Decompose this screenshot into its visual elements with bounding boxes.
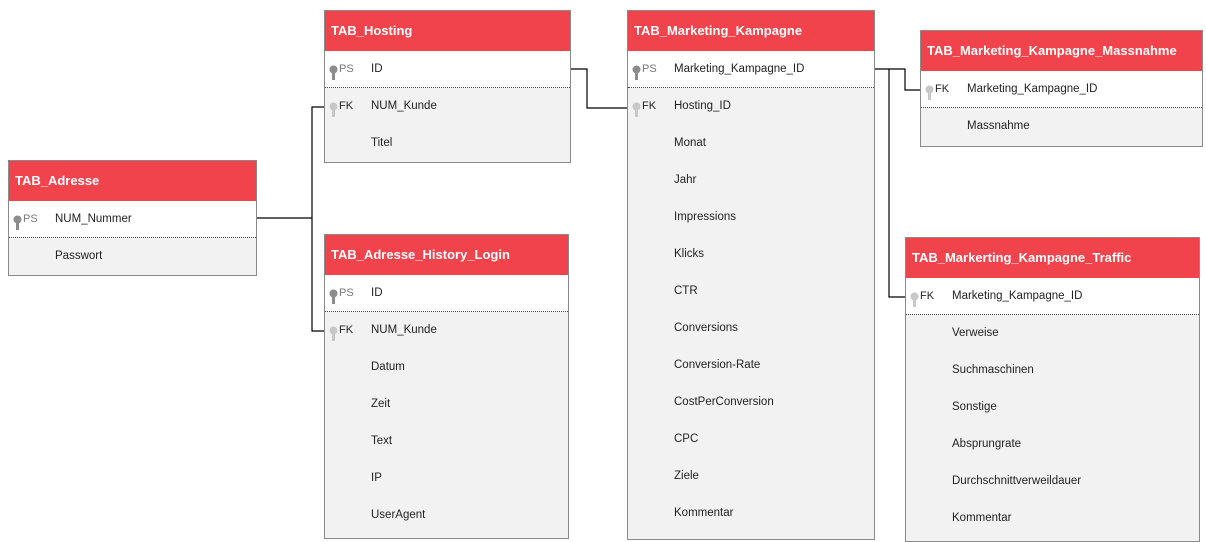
primary-key-icon: PS: [13, 201, 53, 238]
table-row: Kommentar: [906, 500, 1199, 537]
field-name: Massnahme: [967, 120, 1030, 132]
table-row: Titel: [325, 125, 570, 162]
field-name: ID: [371, 287, 383, 299]
table-title: TAB_Marketing_Kampagne_Massnahme: [921, 31, 1202, 71]
table-row: FK Hosting_ID: [628, 88, 874, 125]
table-title: TAB_Marketing_Kampagne: [628, 11, 874, 51]
table-row: FK Marketing_Kampagne_ID: [906, 278, 1199, 315]
field-name: Hosting_ID: [674, 100, 731, 112]
table-row: PS ID: [325, 275, 568, 312]
table-row: PS NUM_Nummer: [9, 201, 256, 238]
table-row: Passwort: [9, 238, 256, 275]
foreign-key-icon: FK: [925, 71, 965, 108]
table-row: PS Marketing_Kampagne_ID: [628, 51, 874, 88]
field-name: Impressions: [674, 211, 736, 223]
relation-hosting-kampagne: [570, 68, 629, 109]
table-row: Klicks: [628, 236, 874, 273]
table-row: FK NUM_Kunde: [325, 88, 570, 125]
table-row: Absprungrate: [906, 426, 1199, 463]
field-name: UserAgent: [371, 509, 426, 521]
table-row: Verweise: [906, 315, 1199, 352]
field-name: Durchschnittverweildauer: [952, 475, 1082, 487]
field-name: Absprungrate: [952, 438, 1022, 450]
table-row: Ziele: [628, 458, 874, 495]
field-name: NUM_Kunde: [371, 100, 437, 112]
table-row: IP: [325, 460, 568, 497]
field-name: Marketing_Kampagne_ID: [952, 290, 1083, 302]
table-title: TAB_Markerting_Kampagne_Traffic: [906, 238, 1199, 278]
field-name: ID: [371, 63, 383, 75]
primary-key-icon: PS: [329, 275, 369, 312]
field-name: Marketing_Kampagne_ID: [674, 63, 805, 75]
table-row: FK Marketing_Kampagne_ID: [921, 71, 1202, 108]
field-name: CTR: [674, 285, 698, 297]
table-tab-adresse-history-login[interactable]: TAB_Adresse_History_Login PS ID FK NUM_K…: [324, 234, 569, 539]
table-tab-marketing-kampagne[interactable]: TAB_Marketing_Kampagne PS Marketing_Kamp…: [627, 10, 875, 540]
table-tab-adresse[interactable]: TAB_Adresse PS NUM_Nummer Passwort: [8, 160, 257, 276]
table-row: Monat: [628, 125, 874, 162]
field-name: Datum: [371, 361, 405, 373]
table-row: Massnahme: [921, 108, 1202, 145]
field-name: Sonstige: [952, 401, 997, 413]
field-name: Kommentar: [674, 507, 734, 519]
field-name: Monat: [674, 137, 706, 149]
table-row: CTR: [628, 273, 874, 310]
field-name: IP: [371, 472, 382, 484]
table-row: Sonstige: [906, 389, 1199, 426]
table-title: TAB_Adresse: [9, 161, 256, 201]
table-row: FK NUM_Kunde: [325, 312, 568, 349]
field-name: Passwort: [55, 250, 103, 262]
foreign-key-icon: FK: [329, 88, 369, 125]
field-name: Kommentar: [952, 512, 1012, 524]
field-name: Zeit: [371, 398, 391, 410]
table-row: Text: [325, 423, 568, 460]
table-row: UserAgent: [325, 497, 568, 534]
relation-adresse-hosting: [256, 106, 326, 219]
table-row: Kommentar: [628, 495, 874, 532]
foreign-key-icon: FK: [632, 88, 672, 125]
foreign-key-icon: FK: [910, 278, 950, 315]
table-row: CostPerConversion: [628, 384, 874, 421]
field-name: NUM_Nummer: [55, 213, 132, 225]
field-name: Klicks: [674, 248, 705, 260]
primary-key-icon: PS: [632, 51, 672, 88]
table-tab-marketing-kampagne-massnahme[interactable]: TAB_Marketing_Kampagne_Massnahme FK Mark…: [920, 30, 1203, 147]
field-name: Conversions: [674, 322, 738, 334]
table-row: Jahr: [628, 162, 874, 199]
table-title: TAB_Hosting: [325, 11, 570, 51]
table-row: PS ID: [325, 51, 570, 88]
field-name: Suchmaschinen: [952, 364, 1034, 376]
table-row: Durchschnittverweildauer: [906, 463, 1199, 500]
field-name: NUM_Kunde: [371, 324, 437, 336]
field-name: Titel: [371, 137, 393, 149]
table-row: Conversions: [628, 310, 874, 347]
table-row: Impressions: [628, 199, 874, 236]
table-row: Conversion-Rate: [628, 347, 874, 384]
field-name: Verweise: [952, 327, 999, 339]
table-row: CPC: [628, 421, 874, 458]
field-name: Conversion-Rate: [674, 359, 761, 371]
table-row: Zeit: [325, 386, 568, 423]
table-tab-hosting[interactable]: TAB_Hosting PS ID FK NUM_Kunde Titel: [324, 10, 571, 163]
primary-key-icon: PS: [329, 51, 369, 88]
field-name: CPC: [674, 433, 699, 445]
table-tab-markerting-kampagne-traffic[interactable]: TAB_Markerting_Kampagne_Traffic FK Marke…: [905, 237, 1200, 542]
field-name: Ziele: [674, 470, 699, 482]
field-name: Text: [371, 435, 393, 447]
field-name: Jahr: [674, 174, 697, 186]
relation-kampagne-massnahme: [874, 68, 922, 91]
field-name: Marketing_Kampagne_ID: [967, 83, 1098, 95]
table-title: TAB_Adresse_History_Login: [325, 235, 568, 275]
field-name: CostPerConversion: [674, 396, 774, 408]
foreign-key-icon: FK: [329, 312, 369, 349]
table-row: Datum: [325, 349, 568, 386]
table-row: Suchmaschinen: [906, 352, 1199, 389]
